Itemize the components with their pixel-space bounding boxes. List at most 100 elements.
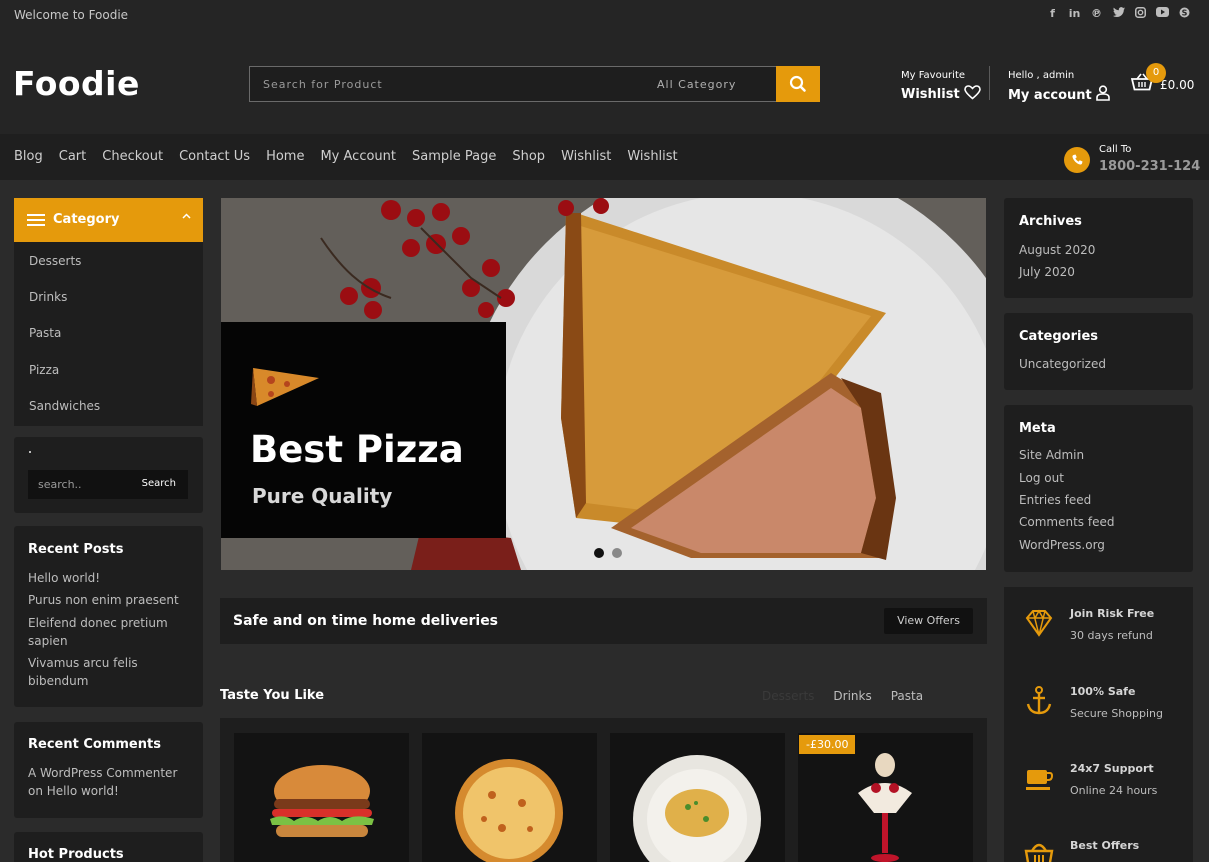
- chevron-up-icon: [182, 211, 191, 222]
- archive-link[interactable]: July 2020: [1019, 265, 1075, 279]
- recent-comment-link[interactable]: A WordPress Commenter: [28, 766, 177, 780]
- archive-link[interactable]: August 2020: [1019, 243, 1095, 257]
- search-icon: [789, 75, 806, 92]
- archives-widget: Archives August 2020 July 2020: [1004, 198, 1193, 298]
- nav-item-wishlist-2[interactable]: Wishlist: [627, 149, 677, 164]
- category-select[interactable]: All Category: [657, 78, 736, 91]
- slider-dot[interactable]: [612, 548, 622, 558]
- category-link[interactable]: Uncategorized: [1019, 357, 1106, 371]
- pasta-image: [633, 755, 761, 862]
- product-grid: -£30.00: [220, 718, 987, 862]
- call-number[interactable]: 1800-231-124: [1099, 159, 1200, 174]
- pinterest-icon[interactable]: ℗: [1090, 7, 1103, 20]
- feature-title: 100% Safe: [1070, 685, 1136, 698]
- meta-link-wordpress[interactable]: WordPress.org: [1019, 538, 1105, 552]
- category-item-drinks[interactable]: Drinks: [29, 290, 67, 304]
- category-toggle[interactable]: Category: [14, 198, 203, 242]
- sidebar-search: search.. Search: [28, 470, 188, 499]
- meta-link-logout[interactable]: Log out: [1019, 471, 1064, 485]
- social-links: f in ℗ S: [1046, 7, 1191, 20]
- sidebar-search-button[interactable]: Search: [142, 478, 176, 489]
- welcome-text: Welcome to Foodie: [14, 8, 129, 22]
- recent-post-link-cont[interactable]: bibendum: [28, 674, 88, 688]
- twitter-icon[interactable]: [1112, 7, 1125, 20]
- hero-subtitle: Pure Quality: [252, 484, 393, 508]
- wishlist-label: Wishlist: [901, 87, 960, 102]
- features-widget: Join Risk Free 30 days refund 100% Safe …: [1004, 587, 1193, 862]
- wishlist-small-label: My Favourite: [901, 70, 966, 81]
- wishlist-link[interactable]: My Favourite Wishlist: [901, 70, 981, 102]
- slider-dot-active[interactable]: [594, 548, 604, 558]
- meta-link-site-admin[interactable]: Site Admin: [1019, 448, 1084, 462]
- taste-section-title: Taste You Like: [220, 688, 325, 703]
- account-label: My account: [1008, 88, 1092, 103]
- main-nav: Blog Cart Checkout Contact Us Home My Ac…: [0, 134, 1209, 180]
- nav-item-contact[interactable]: Contact Us: [179, 149, 250, 164]
- diamond-icon: [1025, 609, 1053, 637]
- category-item-pasta[interactable]: Pasta: [29, 326, 61, 340]
- recent-comments-title: Recent Comments: [28, 737, 161, 752]
- linkedin-icon[interactable]: in: [1068, 7, 1081, 20]
- cart-link[interactable]: 0 £0.00: [1130, 63, 1194, 95]
- product-card[interactable]: -£30.00: [798, 733, 973, 862]
- taste-tabs: Desserts Drinks Pasta: [762, 689, 923, 703]
- instagram-icon[interactable]: [1134, 7, 1147, 20]
- product-search: Search for Product All Category: [249, 66, 820, 102]
- account-link[interactable]: Hello , admin My account: [1008, 70, 1111, 103]
- meta-link-entries-feed[interactable]: Entries feed: [1019, 493, 1091, 507]
- tab-drinks[interactable]: Drinks: [833, 689, 871, 703]
- recent-comments-widget: Recent Comments A WordPress Commenter on…: [14, 722, 203, 818]
- skype-icon[interactable]: S: [1178, 7, 1191, 20]
- search-button[interactable]: [776, 66, 820, 102]
- product-card[interactable]: [610, 733, 785, 862]
- anchor-icon: [1026, 686, 1052, 715]
- burger-image: [270, 765, 374, 837]
- sale-badge: -£30.00: [799, 735, 856, 754]
- category-list: Desserts Drinks Pasta Pizza Sandwiches: [14, 242, 203, 426]
- product-card[interactable]: [234, 733, 409, 862]
- feature-subtitle: Secure Shopping: [1070, 707, 1163, 720]
- recent-post-link-cont[interactable]: sapien: [28, 634, 68, 648]
- recent-comment-link[interactable]: on Hello world!: [28, 784, 119, 798]
- nav-item-shop[interactable]: Shop: [512, 149, 545, 164]
- nav-item-home[interactable]: Home: [266, 149, 304, 164]
- feature-title: Best Offers: [1070, 839, 1140, 852]
- call-label: Call To: [1099, 144, 1132, 155]
- youtube-icon[interactable]: [1156, 7, 1169, 20]
- product-card[interactable]: [422, 733, 597, 862]
- menu-icon: [27, 214, 45, 226]
- category-item-pizza[interactable]: Pizza: [29, 363, 59, 377]
- header-divider: [989, 66, 990, 100]
- delivery-text: Safe and on time home deliveries: [233, 613, 499, 629]
- heart-icon: [964, 85, 981, 100]
- meta-link-comments-feed[interactable]: Comments feed: [1019, 515, 1114, 529]
- category-title: Category: [53, 212, 120, 227]
- tab-desserts[interactable]: Desserts: [762, 689, 814, 703]
- recent-post-link[interactable]: Eleifend donec pretium: [28, 616, 168, 630]
- site-logo[interactable]: Foodie: [13, 64, 140, 103]
- category-item-sandwiches[interactable]: Sandwiches: [29, 399, 100, 413]
- category-item-desserts[interactable]: Desserts: [29, 254, 81, 268]
- nav-item-sample-page[interactable]: Sample Page: [412, 149, 496, 164]
- svg-text:S: S: [1182, 8, 1188, 17]
- nav-item-cart[interactable]: Cart: [59, 149, 87, 164]
- tab-pasta[interactable]: Pasta: [891, 689, 923, 703]
- search-input[interactable]: Search for Product: [263, 78, 383, 91]
- recent-post-link[interactable]: Purus non enim praesent: [28, 593, 179, 607]
- view-offers-button[interactable]: View Offers: [884, 608, 973, 634]
- hot-products-title: Hot Products: [28, 847, 124, 862]
- coffee-cup-icon: [1026, 770, 1054, 790]
- nav-item-blog[interactable]: Blog: [14, 149, 43, 164]
- recent-post-link[interactable]: Vivamus arcu felis: [28, 656, 138, 670]
- slider-dots: [594, 548, 622, 558]
- facebook-icon[interactable]: f: [1046, 7, 1059, 20]
- nav-item-checkout[interactable]: Checkout: [102, 149, 163, 164]
- nav-item-wishlist[interactable]: Wishlist: [561, 149, 611, 164]
- sidebar-search-input[interactable]: search..: [38, 478, 82, 491]
- nav-item-my-account[interactable]: My Account: [320, 149, 396, 164]
- hot-products-widget: Hot Products: [14, 832, 203, 862]
- site-header: Foodie Search for Product All Category M…: [0, 30, 1209, 134]
- recent-post-link[interactable]: Hello world!: [28, 571, 100, 585]
- hero-caption-box: Best Pizza Pure Quality: [221, 322, 506, 538]
- categories-widget: Categories Uncategorized: [1004, 313, 1193, 390]
